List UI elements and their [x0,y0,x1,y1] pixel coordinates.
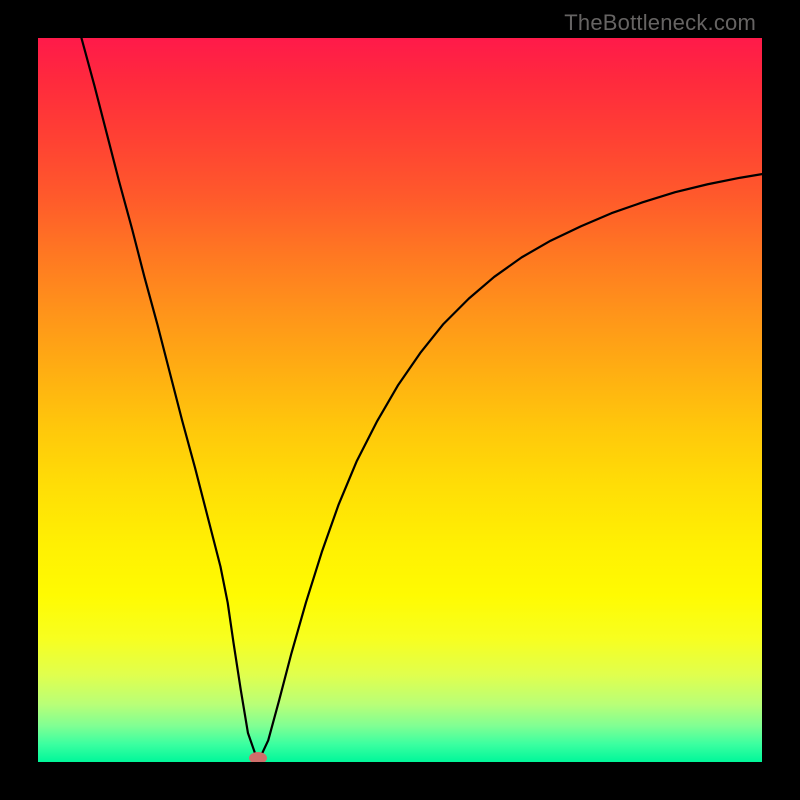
watermark-text: TheBottleneck.com [564,10,756,36]
bottleneck-curve [38,38,762,762]
optimal-point-marker [249,752,267,762]
